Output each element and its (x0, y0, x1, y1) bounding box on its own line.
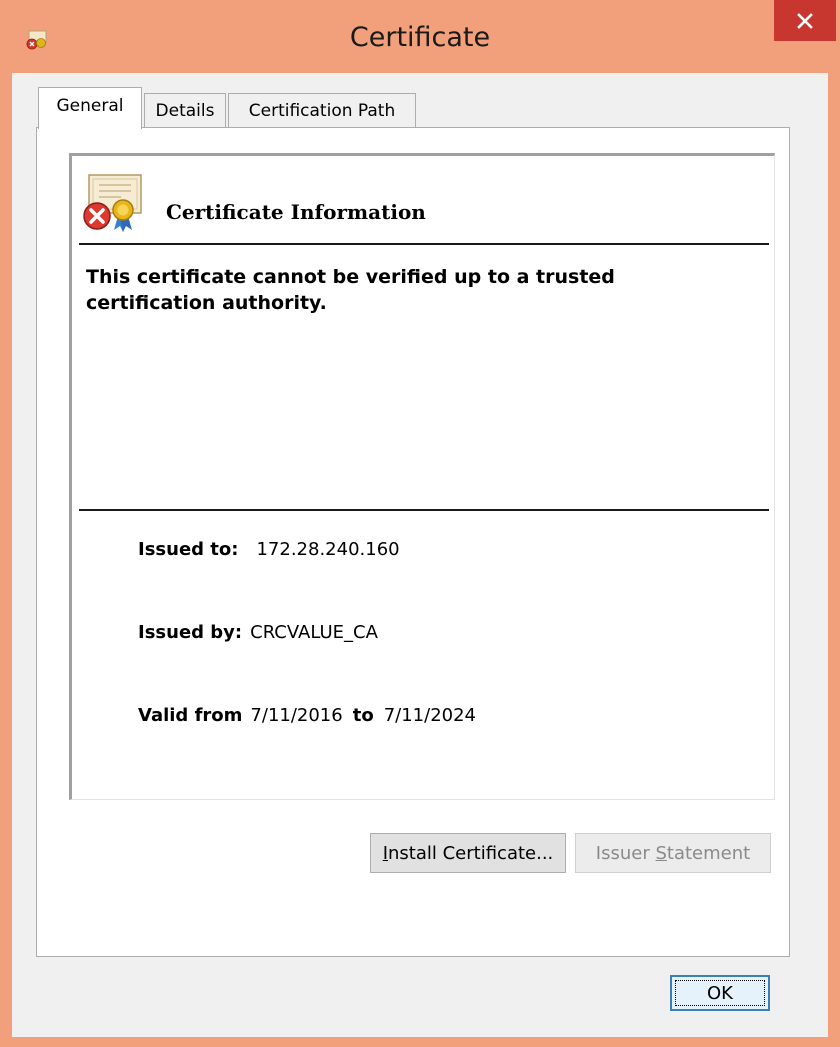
dialog-client-area: General Details Certification Path Certi… (12, 73, 828, 1037)
window-title: Certificate (349, 22, 491, 53)
valid-to-value: 7/11/2024 (383, 705, 476, 726)
issued-to-value: 172.28.240.160 (256, 539, 400, 560)
valid-to-label: to (352, 705, 374, 726)
close-icon (796, 12, 814, 30)
tab-details[interactable]: Details (144, 93, 226, 127)
access-key: S (655, 842, 667, 864)
certificate-dialog: Certificate General Details Certificatio… (0, 0, 840, 1047)
issuer-statement-label: Issuer Statement (596, 843, 750, 864)
certificate-info-box: Certificate Information This certificate… (69, 153, 775, 800)
tab-label: Details (155, 100, 215, 121)
issued-to-row: Issued to: 172.28.240.160 (138, 539, 400, 560)
general-tab-panel: Certificate Information This certificate… (36, 127, 790, 957)
title-bar[interactable]: Certificate (0, 0, 840, 70)
issued-by-row: Issued by: CRCVALUE_CA (138, 622, 378, 643)
issuer-statement-button: Issuer Statement (575, 833, 771, 873)
issued-by-value: CRCVALUE_CA (250, 622, 378, 643)
focus-ring (675, 980, 765, 1006)
install-certificate-text: nstall Certificate... (388, 842, 554, 864)
issuer-statement-text: Issuer (595, 842, 656, 864)
issued-to-label: Issued to: (138, 539, 239, 560)
tab-label: General (56, 95, 124, 116)
valid-from-label: Valid from (138, 705, 243, 726)
divider (79, 243, 769, 245)
certificate-info-heading: Certificate Information (166, 200, 426, 224)
certificate-error-icon (77, 172, 147, 234)
ok-button[interactable]: OK (670, 975, 770, 1011)
validity-row: Valid from 7/11/2016 to 7/11/2024 (138, 705, 476, 726)
close-button[interactable] (774, 0, 836, 41)
tab-certification-path[interactable]: Certification Path (228, 93, 416, 127)
tab-general[interactable]: General (38, 87, 142, 129)
valid-from-value: 7/11/2016 (250, 705, 343, 726)
verification-warning: This certificate cannot be verified up t… (86, 266, 615, 314)
install-certificate-label: Install Certificate... (383, 843, 554, 864)
issued-by-label: Issued by: (138, 622, 243, 643)
issuer-statement-text: tatement (666, 842, 751, 864)
divider (79, 509, 769, 511)
tab-label: Certification Path (248, 100, 396, 121)
install-certificate-button[interactable]: Install Certificate... (370, 833, 566, 873)
